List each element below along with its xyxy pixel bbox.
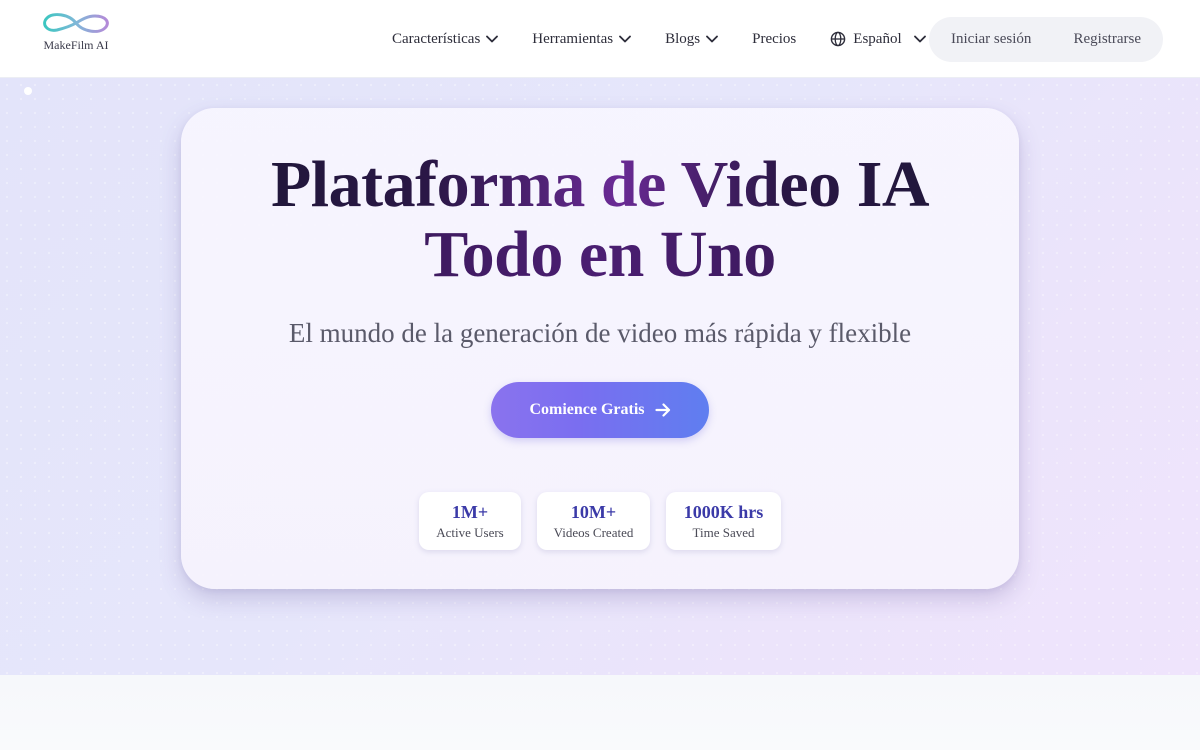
language-selector[interactable]: Español [830,30,926,48]
carousel-dot[interactable] [24,87,32,95]
globe-icon [830,31,846,47]
stat-value: 10M+ [570,502,617,522]
hero-title: Plataforma de Video IA Todo en Uno [181,150,1019,290]
chevron-down-icon [486,35,499,43]
chevron-down-icon [619,35,631,43]
stat-value: 1000K hrs [683,502,764,522]
hero-title-line2: Todo en Uno [181,220,1019,290]
infinity-logo-icon [43,13,109,33]
next-section [0,675,1200,750]
stat-value: 1M+ [451,502,489,522]
nav-item-label: Precios [752,30,797,47]
hero-card: Plataforma de Video IA Todo en Uno El mu… [181,108,1019,589]
main-nav: Características Herramientas Blogs Preci… [392,0,926,78]
nav-item-precios[interactable]: Precios [752,31,796,48]
nav-item-herramientas[interactable]: Herramientas [532,31,631,48]
stat-card-time: 1000K hrs Time Saved [666,492,781,550]
nav-item-label: Herramientas [532,30,614,47]
stat-label: Time Saved [692,525,755,540]
language-label: Español [853,30,902,47]
stat-label: Videos Created [553,525,634,540]
stats-row: 1M+ Active Users 10M+ Videos Created 100… [181,492,1019,550]
site-header: MakeFilm AI Características Herramientas… [0,0,1200,78]
logo-text: MakeFilm AI [43,38,109,52]
nav-item-label: Blogs [665,30,701,47]
chevron-down-icon [706,35,719,43]
stat-card-users: 1M+ Active Users [419,492,521,550]
nav-item-label: Características [392,30,481,47]
start-free-button[interactable]: Comience Gratis [491,382,709,438]
start-free-label: Comience Gratis [529,401,645,418]
nav-item-caracteristicas[interactable]: Características [392,30,499,48]
register-button[interactable]: Registrarse [1074,31,1141,48]
hero-section: Plataforma de Video IA Todo en Uno El mu… [0,78,1200,675]
chevron-down-icon [913,35,926,43]
logo[interactable]: MakeFilm AI [36,12,116,68]
hero-subtitle: El mundo de la generación de video más r… [288,318,912,348]
nav-item-blogs[interactable]: Blogs [665,30,719,48]
stat-label: Active Users [436,525,504,540]
arrow-right-icon [654,403,671,417]
login-button[interactable]: Iniciar sesión [951,31,1031,48]
auth-group: Iniciar sesión Registrarse [929,17,1163,62]
stat-card-videos: 10M+ Videos Created [537,492,650,550]
hero-title-line1: Plataforma de Video IA [181,150,1019,220]
